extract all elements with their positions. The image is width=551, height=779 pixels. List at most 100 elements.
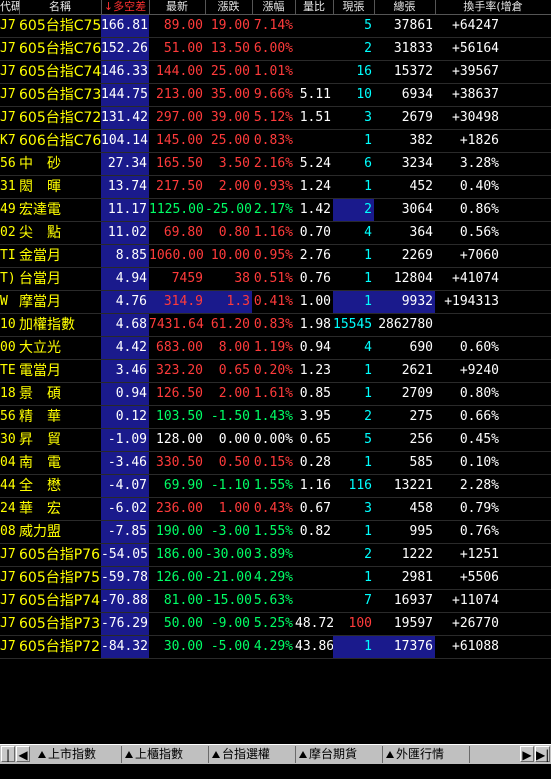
header-last[interactable]: 最新 bbox=[149, 0, 206, 14]
table-row[interactable]: J7 605台指P74 -70.88 81.00 -15.00 5.63% 7 16937 +1… bbox=[0, 590, 551, 613]
bull-bear-diff-cell: 13.74 bbox=[101, 176, 149, 198]
bull-bear-diff-cell: 4.68 bbox=[101, 314, 149, 336]
header-change-pct[interactable]: 漲幅 bbox=[252, 0, 296, 14]
bull-bear-diff-cell: -54.05 bbox=[101, 544, 149, 566]
volume-ratio-cell: 1.00 bbox=[299, 294, 331, 309]
bull-bear-diff-cell: 8.85 bbox=[101, 245, 149, 267]
header-current-volume[interactable]: 現張 bbox=[333, 0, 375, 14]
table-row[interactable]: J7 605台指P72 -84.32 30.00 -5.00 4.29% 43.86 1 173… bbox=[0, 636, 551, 659]
table-row[interactable]: 49 宏達電 11.17 1125.00 -25.00 2.17% 1.42 2 3064 0.8… bbox=[0, 199, 551, 222]
bull-bear-diff-cell: 4.42 bbox=[101, 337, 149, 359]
table-row[interactable]: J7 605台指P75 -59.78 126.00 -21.00 4.29% 1 2981 +5… bbox=[0, 567, 551, 590]
code-cell: 08 bbox=[0, 524, 16, 539]
next-page-button[interactable]: ▶ bbox=[520, 746, 534, 762]
table-row[interactable]: J7 605台指P73 -76.29 50.00 -9.00 5.25% 48.72 100 1… bbox=[0, 613, 551, 636]
change-pct-cell: 1.43% bbox=[253, 409, 293, 424]
table-row[interactable]: J7 605台指C73 144.75 213.00 35.00 9.66% 5.11 10 69… bbox=[0, 84, 551, 107]
turnover-cell: 0.45% bbox=[459, 432, 499, 447]
table-row[interactable]: 30 昇 貿 -1.09 128.00 0.00 0.00% 0.65 5 256 0.45% bbox=[0, 429, 551, 452]
header-name[interactable]: 名稱 bbox=[19, 0, 102, 14]
tab-otc-index[interactable]: 上櫃指數 bbox=[125, 746, 183, 763]
last-page-button[interactable]: ▶| bbox=[535, 746, 550, 762]
last-price-cell: 7459 bbox=[171, 271, 203, 286]
volume-ratio-cell: 1.16 bbox=[299, 478, 331, 493]
last-price-cell: 165.50 bbox=[156, 156, 203, 171]
turnover-cell: +26770 bbox=[452, 616, 499, 631]
current-volume-cell: 1 bbox=[364, 524, 372, 539]
change-cell: 0.80 bbox=[218, 225, 250, 240]
code-cell: J7 bbox=[0, 593, 16, 608]
change-cell: 1.00 bbox=[218, 501, 250, 516]
header-code[interactable]: 代碼 bbox=[0, 0, 20, 14]
change-pct-cell: 1.16% bbox=[253, 225, 293, 240]
tab-taiex-options[interactable]: 台指選權 bbox=[212, 746, 270, 763]
name-cell: 中 砂 bbox=[19, 156, 61, 172]
tab-msci-futures[interactable]: 摩台期貨 bbox=[299, 746, 357, 763]
table-row[interactable]: J7 605台指C74 146.33 144.00 25.00 1.01% 16 15372 +… bbox=[0, 61, 551, 84]
header-volume-ratio[interactable]: 量比 bbox=[295, 0, 334, 14]
bull-bear-diff-cell: 144.75 bbox=[101, 84, 149, 106]
last-price-cell: 190.00 bbox=[156, 524, 203, 539]
change-pct-cell: 0.83% bbox=[253, 133, 293, 148]
table-row[interactable]: 00 大立光 4.42 683.00 8.00 1.19% 0.94 4 690 0.60% bbox=[0, 337, 551, 360]
total-volume-cell: 37861 bbox=[393, 18, 433, 33]
current-volume-cell: 2 bbox=[333, 199, 374, 221]
table-row[interactable]: 08 威力盟 -7.85 190.00 -3.00 1.55% 0.82 1 995 0.76% bbox=[0, 521, 551, 544]
current-volume-cell: 100 bbox=[348, 616, 372, 631]
table-row[interactable]: 24 華 宏 -6.02 236.00 1.00 0.43% 0.67 3 458 0.79% bbox=[0, 498, 551, 521]
bull-bear-diff-cell: 131.42 bbox=[101, 107, 149, 129]
name-cell: 605台指C73 bbox=[19, 87, 101, 103]
bull-bear-diff-cell: 3.46 bbox=[101, 360, 149, 382]
table-row[interactable]: J7 605台指C76 152.26 51.00 13.50 6.00% 2 31833 +56… bbox=[0, 38, 551, 61]
triangle-up-icon bbox=[38, 751, 46, 758]
change-cell: 3.50 bbox=[218, 156, 250, 171]
change-pct-cell: 0.95% bbox=[253, 248, 293, 263]
table-row[interactable]: 31 閎 暉 13.74 217.50 2.00 0.93% 1.24 1 452 0.40% bbox=[0, 176, 551, 199]
volume-ratio-cell bbox=[295, 15, 333, 37]
volume-ratio-cell: 0.76 bbox=[299, 271, 331, 286]
header-change[interactable]: 漲跌 bbox=[205, 0, 253, 14]
header-total-volume[interactable]: 總張 bbox=[374, 0, 436, 14]
table-row[interactable]: 04 南 電 -3.46 330.50 0.50 0.15% 0.28 1 585 0.10% bbox=[0, 452, 551, 475]
table-row[interactable]: W 摩當月 4.76 314.9 1.3 0.41% 1.00 1 9932 +194313 bbox=[0, 291, 551, 314]
change-pct-cell: 0.93% bbox=[253, 179, 293, 194]
last-price-cell: 69.90 bbox=[163, 478, 203, 493]
table-row[interactable]: J7 605台指C72 131.42 297.00 39.00 5.12% 1.51 3 267… bbox=[0, 107, 551, 130]
table-row[interactable]: J7 605台指C75 166.81 89.00 19.00 7.14% 5 37861 +64… bbox=[0, 15, 551, 38]
table-row[interactable]: J7 605台指P76 -54.05 186.00 -30.00 3.89% 2 1222 +1… bbox=[0, 544, 551, 567]
change-cell: 2.00 bbox=[218, 179, 250, 194]
last-price-cell: 126.00 bbox=[156, 570, 203, 585]
turnover-cell: +5506 bbox=[459, 570, 499, 585]
turnover-cell: 2.28% bbox=[459, 478, 499, 493]
table-row[interactable]: 44 全 懋 -4.07 69.90 -1.10 1.55% 1.16 116 13221 2.2… bbox=[0, 475, 551, 498]
header-turnover[interactable]: 換手率(增倉 bbox=[435, 0, 551, 14]
bull-bear-diff-cell: 11.17 bbox=[101, 199, 149, 221]
table-row[interactable]: T) 台當月 4.94 7459 38 0.51% 0.76 1 12804 +41074 bbox=[0, 268, 551, 291]
prev-page-button[interactable]: ◀ bbox=[16, 746, 30, 762]
table-row[interactable]: K7 606台指C76 104.14 145.00 25.00 0.83% 1 382 +182… bbox=[0, 130, 551, 153]
last-price-cell: 330.50 bbox=[156, 455, 203, 470]
table-row[interactable]: TI 金當月 8.85 1060.00 10.00 0.95% 2.76 1 2269 +7060 bbox=[0, 245, 551, 268]
tab-forex[interactable]: 外匯行情 bbox=[386, 746, 444, 763]
turnover-cell: +64247 bbox=[452, 18, 499, 33]
name-cell: 606台指C76 bbox=[19, 133, 101, 149]
total-volume-cell: 690 bbox=[409, 340, 433, 355]
first-page-button[interactable]: |◀ bbox=[1, 746, 15, 778]
table-row[interactable]: TE 電當月 3.46 323.20 0.65 0.20% 1.23 1 2621 +9240 bbox=[0, 360, 551, 383]
table-row[interactable]: 56 中 砂 27.34 165.50 3.50 2.16% 5.24 6 3234 3.28% bbox=[0, 153, 551, 176]
table-row[interactable]: 02 尖 點 11.02 69.80 0.80 1.16% 0.70 4 364 0.56% bbox=[0, 222, 551, 245]
total-volume-cell: 13221 bbox=[393, 478, 433, 493]
tab-listed-index[interactable]: 上市指數 bbox=[38, 746, 96, 763]
table-row[interactable]: 18 景 碩 0.94 126.50 2.00 1.61% 0.85 1 2709 0.80% bbox=[0, 383, 551, 406]
header-bull-bear-diff[interactable]: ↓多空差 bbox=[101, 0, 150, 14]
total-volume-cell: 275 bbox=[409, 409, 433, 424]
volume-ratio-cell: 1.98 bbox=[299, 317, 331, 332]
code-cell: K7 bbox=[0, 133, 16, 148]
table-row[interactable]: 56 精 華 0.12 103.50 -1.50 1.43% 3.95 2 275 0.66% bbox=[0, 406, 551, 429]
turnover-cell: +56164 bbox=[452, 41, 499, 56]
change-pct-cell: 4.29% bbox=[253, 639, 293, 654]
change-pct-cell: 0.00% bbox=[253, 432, 293, 447]
table-row[interactable]: 10 加權指數 4.68 7431.64 61.20 0.83% 1.98 15545 2862… bbox=[0, 314, 551, 337]
bull-bear-diff-cell: -4.07 bbox=[101, 475, 149, 497]
volume-ratio-cell: 2.76 bbox=[299, 248, 331, 263]
